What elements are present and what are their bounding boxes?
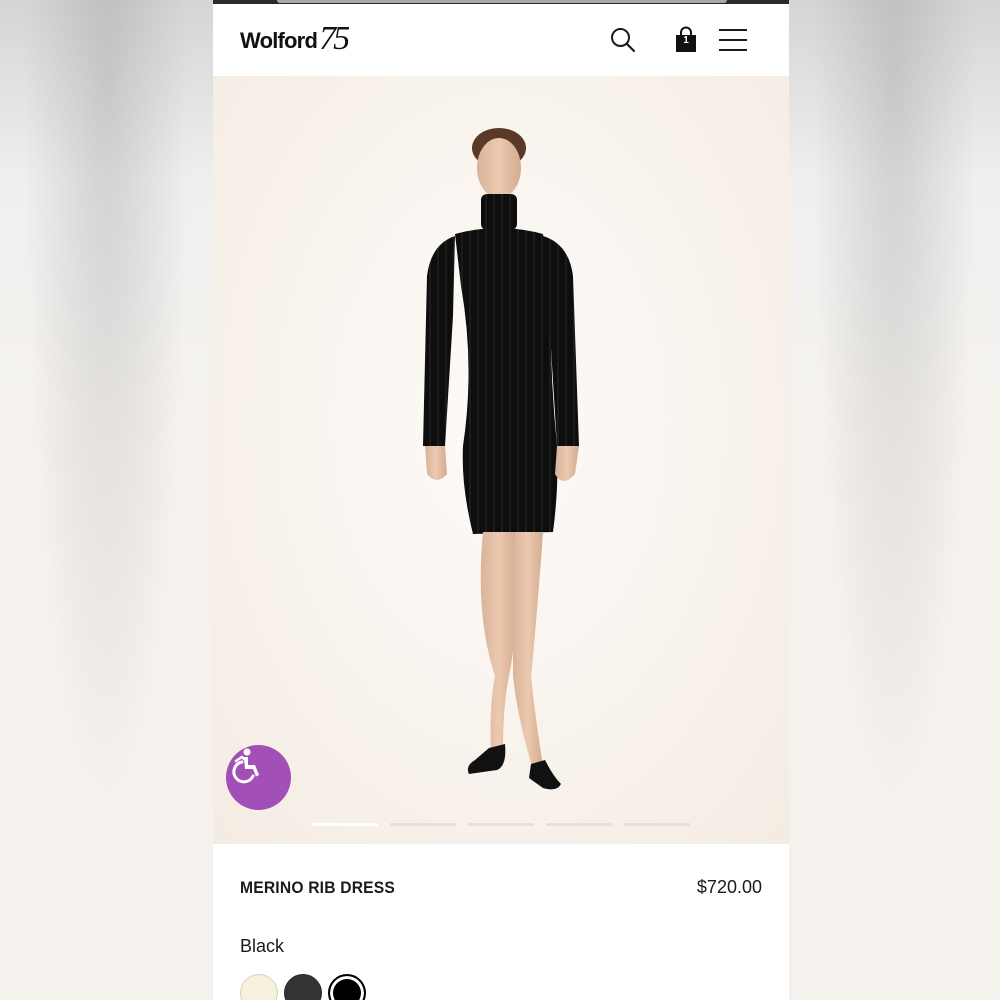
dress-left-sleeve (423, 236, 455, 446)
product-info: MERINO RIB DRESS $720.00 Black (213, 844, 789, 1000)
gallery-dot[interactable] (390, 823, 456, 826)
menu-button[interactable] (715, 22, 751, 58)
product-price: $720.00 (696, 877, 762, 897)
search-icon (611, 28, 636, 53)
browser-handle (277, 0, 727, 3)
phone-screen: Wolford 75 1 MERINO RIB DRESS $720.00 Bl… (213, 0, 789, 1000)
background-blur-right (789, 0, 1000, 1000)
background-blur-left (0, 0, 213, 1000)
color-swatch-cream[interactable] (240, 974, 278, 1000)
gallery-dot[interactable] (312, 823, 378, 826)
color-swatches (240, 974, 366, 1000)
site-header: Wolford 75 1 (213, 4, 789, 76)
model-left-hand (425, 446, 447, 480)
color-swatch-black[interactable] (328, 974, 366, 1000)
model-face (477, 138, 521, 198)
cart-count-badge: 1 (683, 35, 689, 46)
model-right-hand (555, 446, 579, 481)
selected-color-label: Black (240, 936, 285, 956)
dress-collar (481, 194, 517, 230)
model-right-shoe (529, 760, 561, 790)
brand-logo[interactable]: Wolford 75 (240, 20, 350, 57)
gallery-dot[interactable] (468, 823, 534, 826)
dress-body (455, 228, 558, 534)
product-model-image (423, 128, 579, 790)
brand-anniversary-number: 75 (319, 20, 350, 57)
gallery-pagination (312, 823, 690, 826)
cart-button[interactable]: 1 (668, 22, 704, 58)
accessibility-button[interactable] (226, 745, 291, 810)
brand-name: Wolford (240, 28, 318, 53)
wheelchair-accessibility-icon (232, 748, 259, 784)
product-image-gallery[interactable] (213, 76, 789, 844)
search-button[interactable] (605, 22, 641, 58)
color-swatch-charcoal[interactable] (284, 974, 322, 1000)
gallery-dot[interactable] (546, 823, 612, 826)
model-left-shoe (467, 744, 506, 774)
product-title: MERINO RIB DRESS (240, 878, 396, 897)
model-right-leg (513, 532, 543, 770)
gallery-dot[interactable] (624, 823, 690, 826)
hamburger-menu-icon (719, 29, 747, 51)
model-left-leg (480, 532, 517, 752)
